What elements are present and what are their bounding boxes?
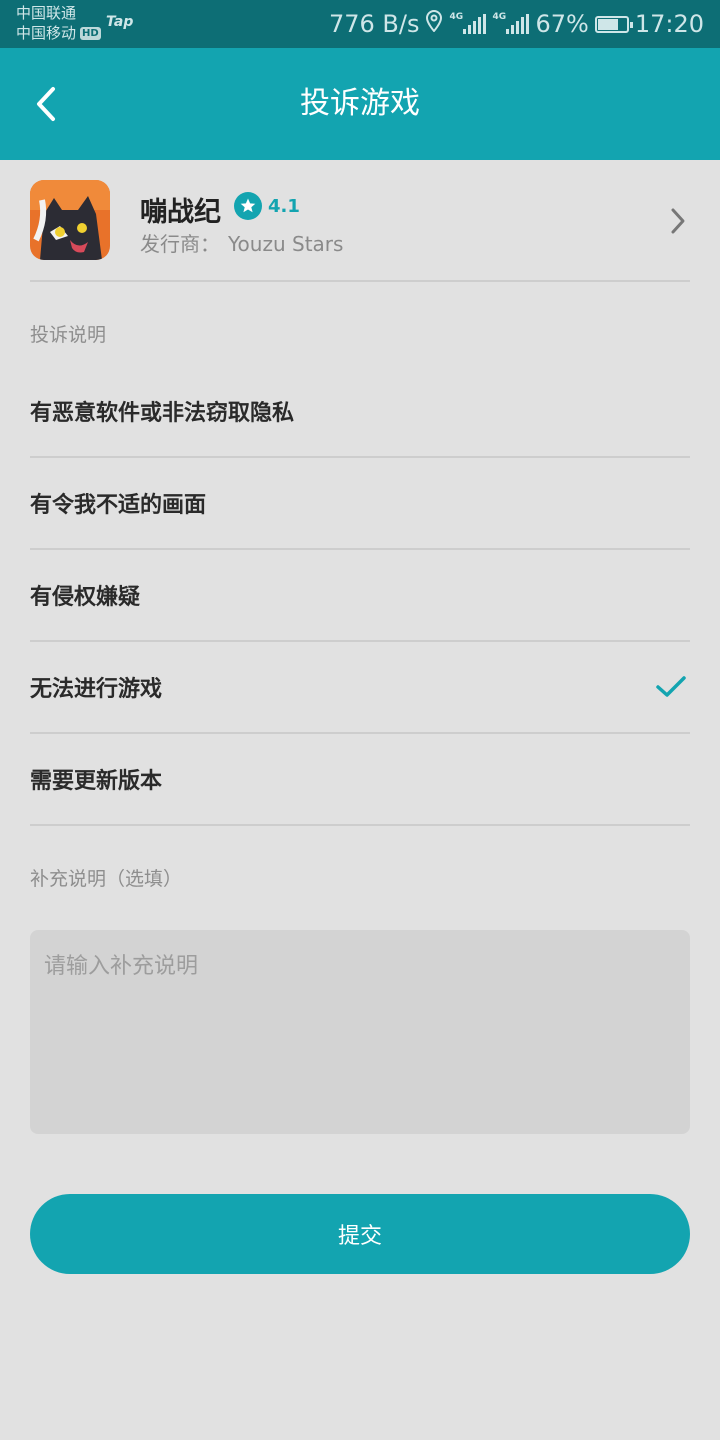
publisher: 发行商： Youzu Stars (140, 228, 343, 257)
reason-option-cannot-play[interactable]: 无法进行游戏 (30, 642, 690, 734)
reason-option-infringement[interactable]: 有侵权嫌疑 (30, 550, 690, 642)
publisher-name: Youzu Stars (228, 232, 344, 256)
net-speed: 776 B/s (328, 10, 420, 38)
back-button[interactable] (26, 82, 66, 126)
signal-icon-1: 4G (449, 12, 487, 34)
reason-label: 需要更新版本 (30, 769, 163, 794)
signal-icon-2: 4G (492, 12, 530, 34)
reason-label: 有侵权嫌疑 (30, 585, 141, 610)
status-bar: 中国联通 中国移动 HD Tap 776 B/s 4G 4G 67% 17:20 (0, 0, 720, 48)
rating-value: 4.1 (268, 195, 300, 217)
game-icon (30, 180, 110, 260)
chevron-right-icon (666, 204, 690, 238)
app-header: 投诉游戏 (0, 48, 720, 160)
location-icon (425, 9, 443, 38)
game-name: 嘣战纪 (140, 197, 221, 228)
notes-section-label: 补充说明（选填） (30, 868, 183, 890)
reason-label: 有恶意软件或非法窃取隐私 (30, 401, 295, 426)
chevron-left-icon (37, 87, 55, 121)
status-indicators: 776 B/s 4G 4G 67% 17:20 (329, 0, 704, 48)
reason-option-malware[interactable]: 有恶意软件或非法窃取隐私 (30, 366, 690, 458)
clock: 17:20 (634, 10, 704, 38)
game-info-card[interactable]: 嘣战纪 4.1 发行商： Youzu Stars (30, 160, 690, 282)
reason-option-needs-update[interactable]: 需要更新版本 (30, 734, 690, 826)
reason-label: 有令我不适的画面 (30, 493, 207, 518)
tap-notification-icon: Tap (106, 14, 134, 30)
complaint-section-label: 投诉说明 (30, 324, 107, 346)
reason-option-discomfort[interactable]: 有令我不适的画面 (30, 458, 690, 550)
game-rating: 4.1 (234, 192, 300, 220)
reason-label: 无法进行游戏 (30, 677, 163, 702)
submit-button[interactable]: 提交 (30, 1194, 690, 1274)
check-icon (654, 672, 688, 702)
reason-list: 有恶意软件或非法窃取隐私 有令我不适的画面 有侵权嫌疑 无法进行游戏 需要更新版… (30, 366, 690, 826)
star-icon (234, 192, 262, 220)
carrier-info: 中国联通 中国移动 HD (16, 3, 101, 43)
battery-percent: 67% (535, 10, 589, 38)
page-title: 投诉游戏 (300, 86, 420, 121)
battery-icon (594, 15, 633, 33)
publisher-label: 发行商： (140, 232, 220, 256)
carrier-2: 中国移动 (16, 24, 77, 42)
hd-badge: HD (80, 26, 101, 40)
notes-input[interactable] (30, 930, 690, 1134)
carrier-1: 中国联通 (16, 4, 77, 22)
